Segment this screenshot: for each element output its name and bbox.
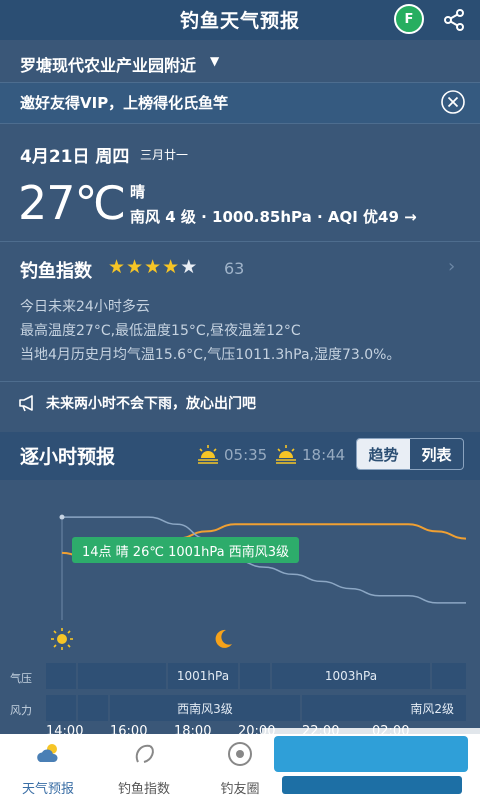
nav-weather[interactable]: 天气预报	[0, 736, 96, 798]
pressure-cell: 1001hPa	[168, 663, 238, 689]
current-details[interactable]: 南风 4 级 · 1000.85hPa · AQI 优49 →	[130, 206, 417, 227]
sunrise-time: 05:35	[224, 446, 268, 464]
wind-cell: 南风2级	[302, 695, 466, 721]
nav-label: 天气预报	[21, 782, 74, 797]
nav-label: 钓鱼指数	[117, 782, 170, 797]
site-watermark-logo	[262, 728, 480, 800]
wind-row-label: 风力	[10, 704, 32, 717]
sun-icon	[51, 628, 73, 650]
hourly-title: 逐小时预报	[20, 446, 116, 468]
aperture-icon	[228, 742, 252, 766]
pressure-cell	[78, 663, 166, 689]
sunset-time: 18:44	[302, 446, 346, 464]
pressure-cell	[240, 663, 270, 689]
star-icon: ★	[108, 256, 127, 278]
current-temperature: 27℃	[18, 176, 126, 230]
megaphone-icon	[19, 395, 33, 412]
close-icon[interactable]	[440, 89, 466, 115]
divider	[0, 381, 480, 382]
vip-banner-text: 邀好友得VIP，上榜得化氏鱼竿	[20, 94, 229, 112]
star-icon: ★	[144, 256, 163, 278]
moon-icon	[215, 629, 232, 648]
tab-trend[interactable]: 趋势	[357, 439, 410, 469]
star-icon: ★	[162, 256, 181, 278]
sunset-icon	[276, 445, 296, 464]
fishing-desc-line: 当地4月历史月均气温15.6°C,气压1011.3hPa,湿度73.0%。	[20, 347, 401, 363]
location-selector[interactable]: 罗塘现代农业产业园附近	[20, 52, 196, 76]
pressure-cell	[46, 663, 76, 689]
fishing-desc-line: 今日未来24小时多云	[20, 299, 150, 315]
current-condition: 晴	[130, 183, 146, 201]
fishing-rating-stars: ★★★★★	[108, 256, 198, 278]
sunrise-icon	[198, 445, 218, 464]
share-icon[interactable]	[440, 6, 468, 34]
wind-cell	[78, 695, 108, 721]
chevron-down-icon[interactable]: ▼	[210, 54, 219, 68]
weather-cloud-sun-icon	[37, 744, 58, 762]
chart-tooltip: 14点 晴 26℃ 1001hPa 西南风3级	[72, 537, 300, 563]
pressure-cell: 1003hPa	[272, 663, 430, 689]
divider	[0, 241, 480, 242]
chart-current-point	[59, 514, 65, 520]
star-icon: ★	[126, 256, 145, 278]
fishing-desc-line: 最高温度27°C,最低温度15°C,昼夜温差12°C	[20, 323, 301, 339]
tab-list[interactable]: 列表	[410, 439, 463, 469]
pressure-cell	[432, 663, 466, 689]
fishing-score: 63	[224, 259, 245, 278]
chevron-right-icon[interactable]: ›	[448, 256, 455, 277]
pressure-row-label: 气压	[10, 672, 32, 685]
wind-cell	[46, 695, 76, 721]
fishing-badge-icon[interactable]: F	[394, 4, 424, 34]
current-date: 4月21日 周四	[20, 147, 130, 167]
lunar-date: 三月廿一	[140, 148, 189, 162]
rain-notice-text: 未来两小时不会下雨，放心出门吧	[46, 396, 256, 412]
wind-cell: 西南风3级	[110, 695, 300, 721]
fishing-index-title[interactable]: 钓鱼指数	[20, 257, 92, 283]
star-empty-icon: ★	[180, 256, 199, 278]
nav-fishing-index[interactable]: 钓鱼指数	[96, 736, 192, 798]
fishing-hook-icon	[135, 744, 154, 763]
